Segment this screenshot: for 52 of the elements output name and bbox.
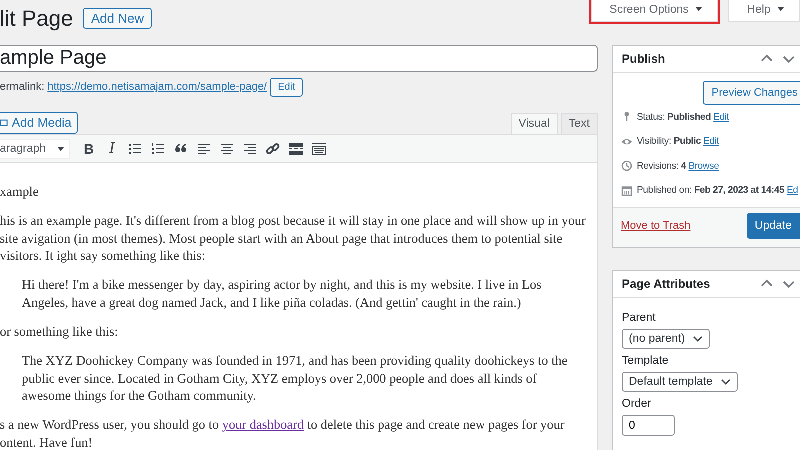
editor-tab[interactable]: Visual: [510, 113, 558, 134]
permalink-edit-button[interactable]: Edit: [270, 78, 304, 96]
paragraph: xample: [0, 183, 40, 201]
publish-info-link[interactable]: Ed: [786, 185, 798, 196]
chevron-down-icon: [693, 334, 704, 344]
panel-title: Page Attributes: [622, 277, 712, 291]
dropdown-arrow-icon: [695, 5, 704, 13]
update-button[interactable]: Update: [746, 213, 800, 239]
numbered-list-icon[interactable]: [150, 140, 166, 156]
bold-button[interactable]: B: [81, 140, 97, 156]
permalink-label: ermalink:: [0, 81, 45, 93]
publish-info: Published on: Feb 27, 2023 at 14:45 Ed: [637, 185, 798, 196]
dropdown-arrow-icon: [777, 5, 785, 13]
parent-label: Parent: [622, 312, 656, 324]
editor-tab[interactable]: Text: [560, 113, 598, 134]
dropdown-arrow-icon: [57, 144, 65, 152]
keyboard-icon[interactable]: [311, 140, 327, 156]
template-label: Template: [622, 355, 669, 367]
paragraph: or something like this:: [0, 323, 120, 341]
publish-info: Visibility: Public Edit: [637, 136, 720, 148]
add-new-button[interactable]: Add New: [83, 8, 152, 29]
order-field[interactable]: 0: [622, 415, 675, 436]
move-to-trash-link[interactable]: Move to Trash: [621, 220, 691, 232]
order-label: Order: [622, 398, 652, 410]
italic-button[interactable]: I: [104, 140, 120, 158]
title-field[interactable]: ample Page: [0, 45, 598, 72]
publish-info-link[interactable]: Edit: [704, 136, 720, 148]
permalink-link[interactable]: https://demo.netisamajam.com/sample-page/: [48, 81, 268, 93]
chevron-down-icon: [720, 377, 731, 387]
publish-info-link[interactable]: Edit: [714, 112, 730, 123]
publish-info-link[interactable]: Browse: [688, 160, 720, 172]
format-select[interactable]: aragraph: [0, 138, 70, 158]
blockquote: The XYZ Doohickey Company was founded in 1971, and has been providing quality doohickeys to the public ever since. Located in Gotham City, XYZ employs over 2,000 people and does all kinds of awesome things for the Gotham community.: [22, 352, 569, 405]
add-media-button[interactable]: Add Media: [0, 112, 78, 134]
panel-title: Publish: [622, 52, 666, 66]
screen-meta-tab[interactable]: Screen Options: [590, 0, 718, 22]
dashboard-link[interactable]: your dashboard: [222, 417, 304, 432]
link-icon[interactable]: [265, 140, 281, 156]
blockquote: Hi there! I'm a bike messenger by day, aspiring actor by night, and this is my website. I live in Los Angeles, have a great dog named Jack, and I like piña coladas. (And gettin' caught in the rain.): [22, 276, 543, 312]
template-select[interactable]: Default template: [622, 372, 738, 392]
clock-icon: [621, 160, 633, 172]
paragraph: s a new WordPress user, you should go to your dashboard to delete this page and create new pages for your ontent. Have fun!: [0, 416, 566, 450]
read-more-icon[interactable]: [288, 140, 304, 156]
screen-meta-tab[interactable]: Help: [728, 0, 800, 22]
parent-select[interactable]: (no parent): [622, 329, 710, 349]
preview-changes-button[interactable]: Preview Changes: [702, 81, 800, 105]
paragraph: his is an example page. It's different from a blog post because it will stay in one place and will show up in your site avigation (in most themes). Most people start with an About page that introduces them to potential site visitors. It ight say something like this:: [0, 212, 587, 265]
publish-info: Revisions: 4 Browse: [637, 160, 720, 172]
publish-info: Status: Published Edit: [637, 112, 730, 123]
media-icon: [0, 117, 8, 129]
page-heading: lit Page: [0, 6, 74, 32]
calendar-icon: [621, 184, 633, 197]
